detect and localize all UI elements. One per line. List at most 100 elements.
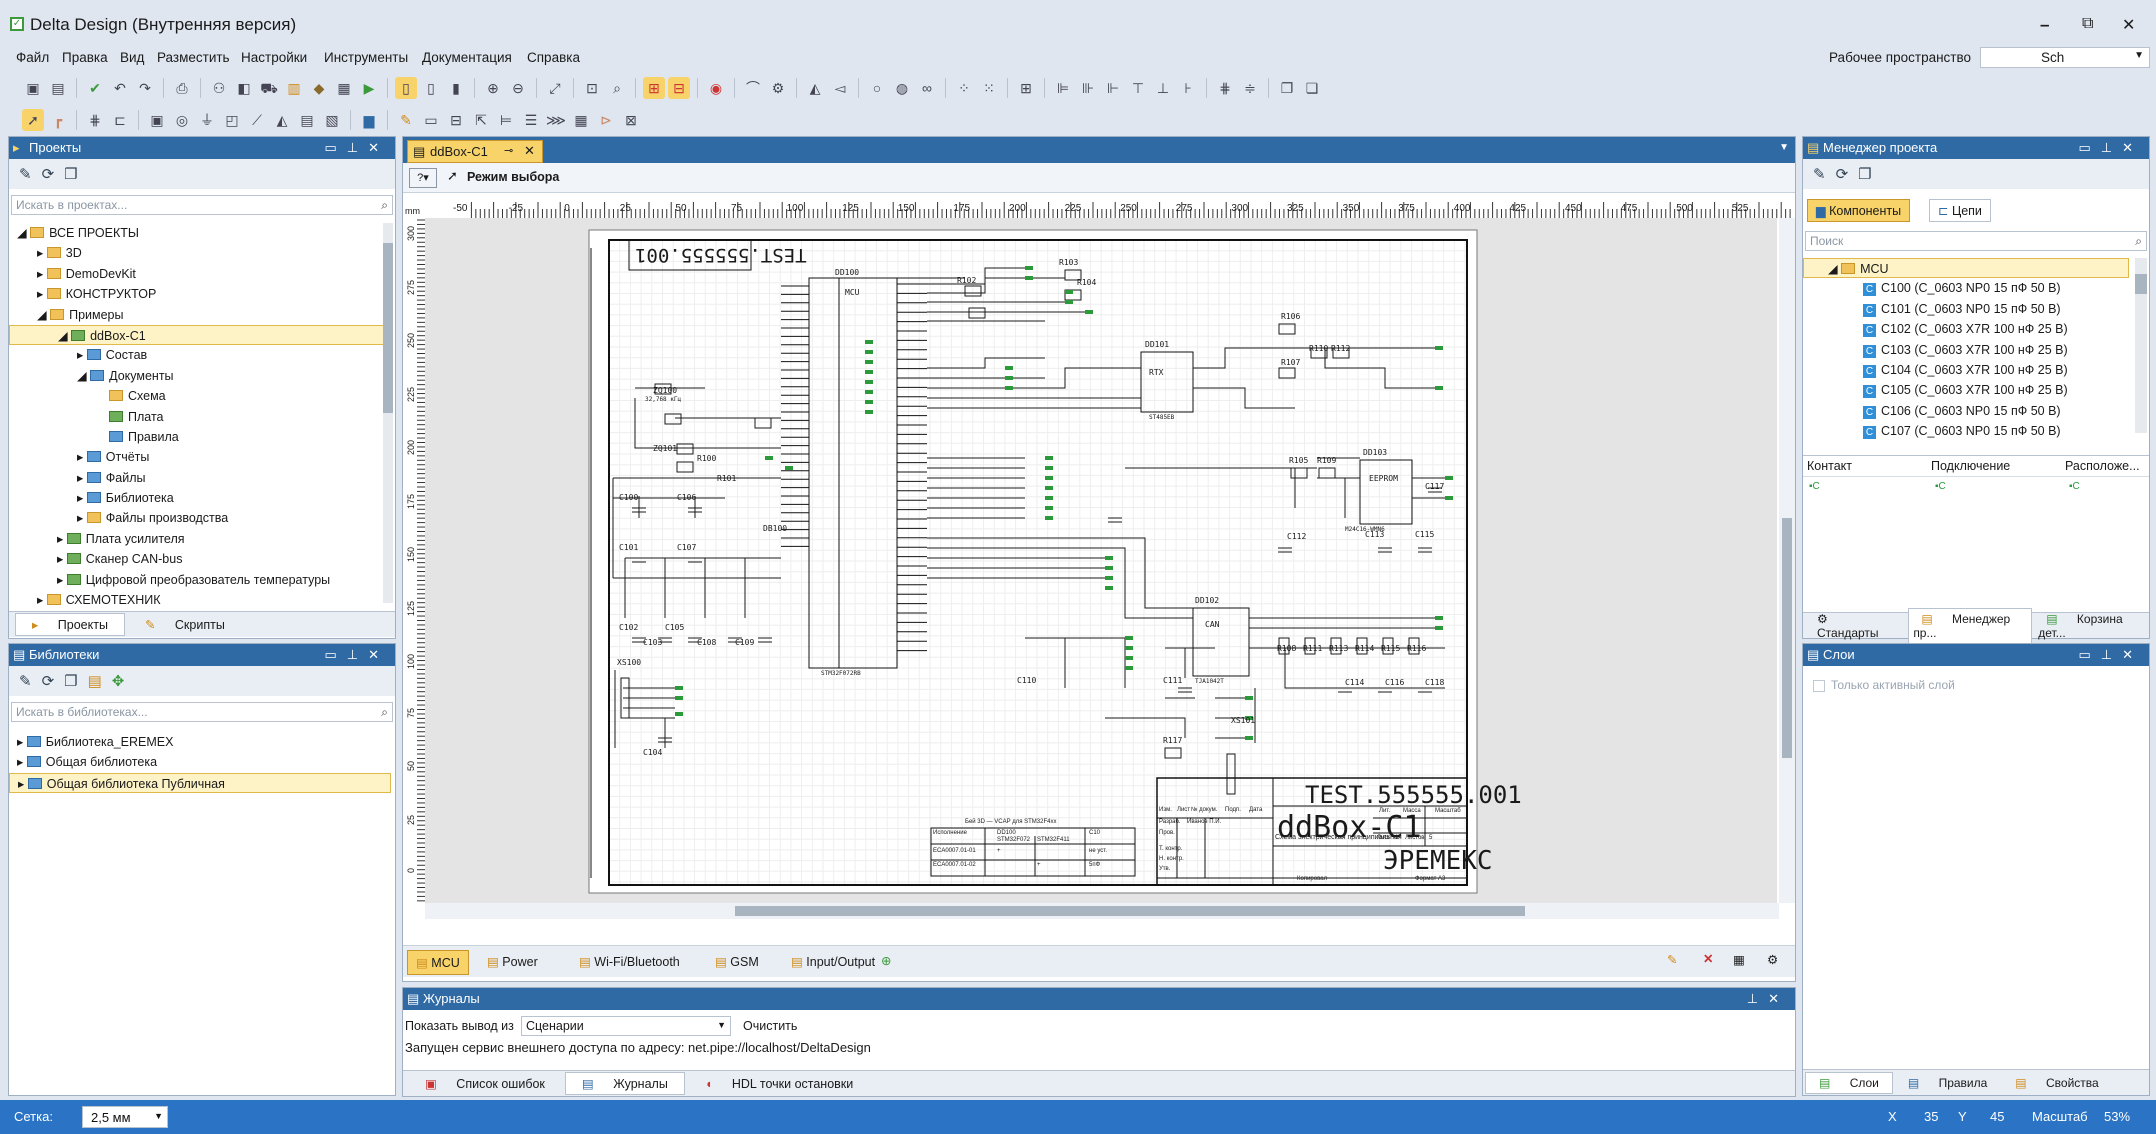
component-item[interactable]: C C101 (C_0603 NP0 15 пФ 50 В) [1803,299,2149,319]
image-icon[interactable]: ▧ [321,109,343,131]
wrench-icon[interactable]: ✎ [19,165,32,183]
zoom-out-icon[interactable]: ⊖ [507,77,529,99]
redo-icon[interactable]: ↷ [134,77,156,99]
copy-icon[interactable]: ❐ [64,672,77,690]
library-item[interactable]: ▸ Общая библиотека [9,752,395,772]
component-group[interactable]: ◢ MCU [1803,258,2129,279]
settings-icon[interactable]: ⚙ [1767,952,1778,967]
component-item[interactable]: C C106 (C_0603 NP0 15 пФ 50 В) [1803,401,2149,421]
zoom-in-icon[interactable]: ⊕ [482,77,504,99]
tool9-icon[interactable]: ⁙ [978,77,1000,99]
component-item[interactable]: C C103 (C_0603 X7R 100 нФ 25 В) [1803,340,2149,360]
menu-place[interactable]: Разместить [157,50,230,65]
net-label-icon[interactable]: ⊳ [595,109,617,131]
power-icon[interactable]: ◎ [171,109,193,131]
drc-icon[interactable]: ◉ [705,77,727,99]
grid-icon[interactable]: ⊞ [1015,77,1037,99]
print-icon[interactable]: ⎙ [171,77,193,99]
maximize-button[interactable]: ⧉ [2082,15,2093,33]
rect-icon[interactable]: ▭ [420,109,442,131]
tab-layers[interactable]: ▤ Слои [1805,1071,1893,1094]
libraries-search-input[interactable]: Искать в библиотеках... ⌕ [11,702,393,722]
panel-controls[interactable]: ▭⊥✕ [325,644,390,666]
bring-front-icon[interactable]: ❐ [1276,77,1298,99]
binoculars-icon[interactable]: ⚇ [208,77,230,99]
tab-project-manager[interactable]: ▤ Менеджер пр... [1908,607,2033,644]
copy-icon[interactable]: ❐ [64,165,77,183]
sheet-icon[interactable]: ▦ [333,77,355,99]
send-back-icon[interactable]: ❏ [1301,77,1323,99]
line-icon[interactable]: ⟋ [246,109,268,131]
tab-projects[interactable]: ▸ Проекты [15,613,125,636]
library-add-icon[interactable]: ▤ [88,672,102,690]
refresh-icon[interactable]: ⟳ [1836,165,1849,183]
document-tab[interactable]: ▤ ddBox-C1 ⊸ ✕ [407,140,543,163]
menu-documentation[interactable]: Документация [422,50,512,65]
sheet-symbol-icon[interactable]: ◰ [221,109,243,131]
workspace-select[interactable]: Sch ▼ [1980,47,2150,68]
component-item[interactable]: C C105 (C_0603 X7R 100 нФ 25 В) [1803,380,2149,400]
close-button[interactable]: ✕ [2122,15,2135,35]
sheet-tab-power[interactable]: ▤ Power [487,954,538,969]
add-sheet-icon[interactable]: ⊕ [881,953,891,968]
menu-tools[interactable]: Инструменты [324,50,408,65]
text-icon[interactable]: ▤ [296,109,318,131]
manager-scrollbar[interactable] [2135,258,2147,433]
component-icon[interactable]: ◧ [233,77,255,99]
tree-item[interactable]: ▸ Состав [9,345,395,365]
panel-controls[interactable]: ▭⊥✕ [325,137,390,159]
doc-yellow-icon[interactable]: ▯ [395,77,417,99]
tool3-icon[interactable]: ◭ [804,77,826,99]
help-icon[interactable]: ?▾ [409,168,437,188]
table-icon[interactable]: ⊟ [445,109,467,131]
tab-properties[interactable]: ▤ Свойства [2002,1073,2111,1093]
tree-item-selected[interactable]: ◢ ddBox-C1 [9,324,385,346]
tree-item[interactable]: ▸ Отчёты [9,447,395,467]
component-item[interactable]: C C104 (C_0603 X7R 100 нФ 25 В) [1803,360,2149,380]
tree-item[interactable]: ◢ Примеры [9,305,395,325]
save-all-icon[interactable]: ▤ [47,77,69,99]
bus-entry-icon[interactable]: ⊏ [109,109,131,131]
net-highlight2-icon[interactable]: ⊟ [668,77,690,99]
tree-item[interactable]: ▸ 3D [9,243,395,263]
tree-item[interactable]: Схема [9,386,395,406]
tool8-icon[interactable]: ⁘ [953,77,975,99]
tab-journals[interactable]: ▤ Журналы [564,1072,685,1095]
check-icon[interactable]: ✔ [84,77,106,99]
projects-scrollbar[interactable] [383,223,393,603]
menu-view[interactable]: Вид [120,50,144,65]
package-icon[interactable]: ▥ [283,77,305,99]
tool5-icon[interactable]: ○ [866,77,888,99]
port-icon[interactable]: ▣ [146,109,168,131]
column-contact[interactable]: Контакт [1807,459,1852,473]
select-icon[interactable]: ➚ [22,109,44,131]
sheet-props-icon[interactable]: ▦ [1733,952,1745,967]
pin-icon[interactable]: ⊸ [504,144,513,157]
align-center-icon[interactable]: ⊪ [1077,77,1099,99]
zoom-fit-icon[interactable]: ⤢ [544,77,566,99]
component-place-icon[interactable]: ▆ [358,109,380,131]
harness-icon[interactable]: ⋙ [545,109,567,131]
menu-edit[interactable]: Правка [62,50,108,65]
distribute-v-icon[interactable]: ≑ [1239,77,1261,99]
component-item[interactable]: C C107 (C_0603 NP0 15 пФ 50 В) [1803,421,2149,441]
export-icon[interactable]: ▶ [358,77,380,99]
distribute-h-icon[interactable]: ⋕ [1214,77,1236,99]
tree-item[interactable]: ◢ ВСЕ ПРОЕКТЫ [9,223,395,243]
panel-controls[interactable]: ▭⊥✕ [2079,137,2144,159]
bus-tool-icon[interactable]: ☰ [520,109,542,131]
menu-settings[interactable]: Настройки [241,50,307,65]
show-output-select[interactable]: Сценарии ▼ [521,1016,731,1036]
tab-nets[interactable]: ⊏ Цепи [1929,199,1991,222]
menu-file[interactable]: Файл [16,50,49,65]
tool6-icon[interactable]: ◍ [891,77,913,99]
directive-icon[interactable]: ⊠ [620,109,642,131]
undo-icon[interactable]: ↶ [109,77,131,99]
label-icon[interactable]: ◭ [271,109,293,131]
tree-item[interactable]: ▸ Файлы производства [9,508,395,528]
align-right-icon[interactable]: ⊩ [1102,77,1124,99]
manager-search-input[interactable]: Поиск ⌕ [1805,231,2147,251]
tree-item[interactable]: Плата [9,407,395,427]
tab-parts-bin[interactable]: ▤ Корзина дет... [2034,609,2149,643]
grid-select[interactable]: 2,5 мм ▼ [82,1106,168,1128]
